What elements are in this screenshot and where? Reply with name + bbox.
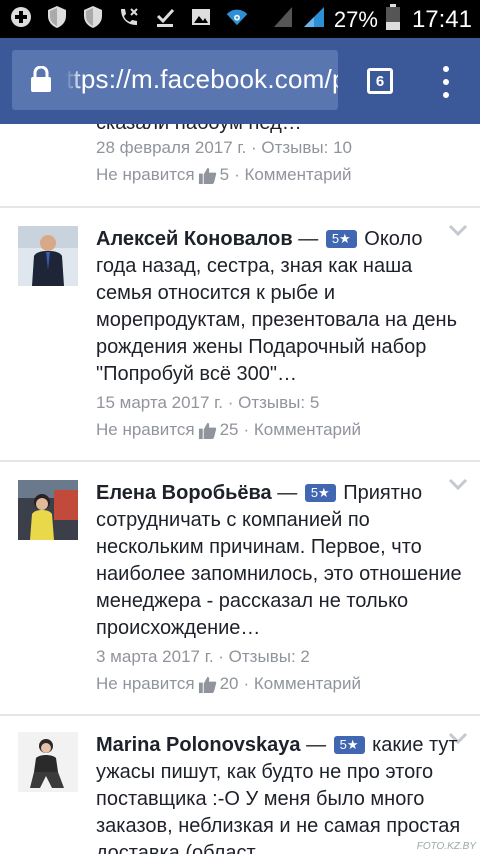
menu-dot [443,92,449,98]
like-thumb-icon [198,676,216,693]
avatar[interactable] [18,480,78,540]
overflow-menu-button[interactable] [438,66,454,98]
review-body: Приятно сотрудничать с компанией по неск… [96,482,462,639]
review-partial: сказали набоум нед… 28 февраля 2017 г. ·… [0,124,480,208]
like-count: 20 [219,674,239,693]
menu-dot [443,79,449,85]
rating-badge: 5★ [304,484,336,502]
review-text-tail: сказали набоум нед… [96,124,302,134]
battery-percent: 27% [333,6,378,32]
review-actions: Не нравится 5 · Комментарий [96,165,352,185]
avatar[interactable] [18,732,78,792]
tab-switcher-button[interactable]: 6 [367,68,393,94]
review-text: Marina Polonovskaya — 5★ какие тут ужасы… [96,732,466,854]
review-text: Алексей Коновалов — 5★ Около года назад,… [96,226,466,388]
status-bar: 27% 17:41 [0,0,480,38]
author-name[interactable]: Алексей Коновалов [96,228,293,250]
author-name[interactable]: Елена Воробьёва [96,482,272,504]
signal-empty-icon [272,5,294,34]
lock-icon [30,65,52,92]
review-text: Елена Воробьёва — 5★ Приятно сотрудничат… [96,480,466,642]
comment-link[interactable]: · Комментарий [244,420,361,440]
dislike-link[interactable]: Не нравится [96,420,195,440]
review-item: Алексей Коновалов — 5★ Около года назад,… [0,208,480,464]
shield-icon [82,6,104,28]
review-body: Около года назад, сестра, зная как наша … [96,228,457,385]
url-text: ttps://m.facebook.com/p [66,64,338,94]
review-meta: 28 февраля 2017 г. · Отзывы: 10 [96,138,352,157]
missed-call-icon [118,6,140,28]
like-count: 25 [219,420,239,439]
rating-badge: 5★ [333,736,365,754]
reviews-feed: сказали набоум нед… 28 февраля 2017 г. ·… [0,124,480,854]
dislike-link[interactable]: Не нравится [96,674,195,694]
vpn-wifi-icon [226,6,248,28]
review-item: Елена Воробьёва — 5★ Приятно сотрудничат… [0,462,480,716]
menu-dot [443,66,449,72]
review-text: сказали набоум нед… [96,124,466,137]
review-item: Marina Polonovskaya — 5★ какие тут ужасы… [0,716,480,854]
review-meta: 3 марта 2017 г. · Отзывы: 2 [96,647,310,666]
like-count: 5 [219,165,230,184]
author-dash: — [271,482,303,504]
watermark: FOTO.KZ.BY [416,841,476,852]
browser-toolbar: ttps://m.facebook.com/p 6 [0,38,480,124]
shield-icon [46,6,68,28]
address-bar[interactable]: ttps://m.facebook.com/p [12,50,338,110]
dislike-link[interactable]: Не нравится [96,165,195,185]
url-fade [66,50,82,110]
system-status: 27% 17:41 [272,4,472,35]
battery-icon [385,4,400,35]
image-icon [190,6,212,28]
like-thumb-icon [198,422,216,439]
notification-icons [10,6,248,28]
author-dash: — [300,734,332,756]
rating-badge: 5★ [325,230,357,248]
comment-link[interactable]: · Комментарий [234,165,351,185]
download-done-icon [154,6,176,28]
author-name[interactable]: Marina Polonovskaya [96,734,301,756]
comment-link[interactable]: · Комментарий [244,674,361,694]
author-dash: — [292,228,324,250]
add-box-icon [10,6,32,28]
review-meta: 15 марта 2017 г. · Отзывы: 5 [96,393,320,412]
review-actions: Не нравится 25 · Комментарий [96,420,361,440]
like-thumb-icon [198,167,216,184]
clock: 17:41 [411,5,472,33]
avatar[interactable] [18,226,78,286]
review-actions: Не нравится 20 · Комментарий [96,674,361,694]
signal-icon [302,5,326,34]
